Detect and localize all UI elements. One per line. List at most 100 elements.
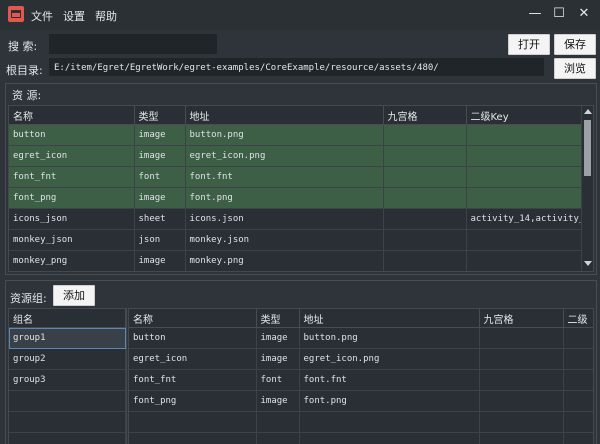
menu-help[interactable]: 帮助 — [95, 8, 117, 24]
resources-vertical-scrollbar[interactable] — [581, 106, 593, 270]
close-icon[interactable]: ✕ — [573, 4, 595, 24]
cell-subkeys — [466, 125, 581, 146]
cell-scale9 — [479, 349, 563, 370]
search-label: 搜 索: — [8, 38, 37, 54]
table-row[interactable]: icons_json sheet icons.json activity_14,… — [9, 209, 581, 230]
app-logo-icon — [8, 6, 24, 22]
cell-type: image — [256, 349, 299, 370]
add-group-button[interactable]: 添加 — [53, 285, 95, 306]
list-item[interactable]: group2 — [9, 349, 126, 370]
table-row[interactable]: button image button.png — [9, 125, 581, 146]
cell-name: monkey_png — [9, 251, 134, 272]
cell-subkeys — [563, 370, 594, 391]
menu-settings[interactable]: 设置 — [63, 8, 85, 24]
table-row[interactable]: monkey_json json monkey.json — [9, 230, 581, 251]
cell-scale9 — [383, 125, 466, 146]
col-subkeys[interactable]: 二级Key — [466, 106, 581, 125]
cell-type: image — [256, 328, 299, 349]
col-url[interactable]: 地址 — [185, 106, 383, 125]
cell-url: button.png — [299, 328, 479, 349]
resources-table: 名称 类型 地址 九宫格 二级Key button image button.p… — [8, 105, 594, 272]
cell-name: egret_icon — [9, 146, 134, 167]
cell-name: button — [129, 328, 256, 349]
cell-type: image — [256, 391, 299, 412]
table-row[interactable]: button image button.png — [129, 328, 594, 349]
cell-type: image — [134, 251, 185, 272]
menu-file[interactable]: 文件 — [31, 8, 53, 24]
group-name: group2 — [9, 349, 126, 370]
list-item[interactable]: group1 — [9, 328, 126, 349]
cell-subkeys — [466, 188, 581, 209]
groups-table: 组名 group1 group2 group3 — [8, 308, 127, 444]
empty-row — [9, 391, 126, 412]
group-name: group3 — [9, 370, 126, 391]
cell-name: font_fnt — [9, 167, 134, 188]
open-button[interactable]: 打开 — [508, 34, 550, 55]
col-scale9[interactable]: 九宫格 — [383, 106, 466, 125]
cell-subkeys — [563, 391, 594, 412]
cell-url: monkey.json — [185, 230, 383, 251]
cell-type: font — [256, 370, 299, 391]
cell-scale9 — [479, 328, 563, 349]
table-row[interactable]: font_png image font.png — [129, 391, 594, 412]
search-input[interactable] — [49, 34, 217, 54]
cell-subkeys — [563, 349, 594, 370]
col-item-type[interactable]: 类型 — [256, 309, 299, 328]
groups-rows: group1 group2 group3 — [9, 328, 126, 444]
cell-url: font.fnt — [299, 370, 479, 391]
empty-cell — [129, 412, 256, 433]
cell-subkeys — [466, 146, 581, 167]
cell-scale9 — [383, 188, 466, 209]
group-items-rows: button image button.png egret_icon image… — [129, 328, 594, 444]
browse-button[interactable]: 浏览 — [554, 58, 596, 79]
save-button[interactable]: 保存 — [554, 34, 596, 55]
cell-url: icons.json — [185, 209, 383, 230]
cell-subkeys: activity_14,activity_6 — [466, 209, 581, 230]
table-row[interactable]: font_fnt font font.fnt — [129, 370, 594, 391]
cell-url: monkey.png — [185, 251, 383, 272]
cell-name: font_fnt — [129, 370, 256, 391]
scroll-up-icon[interactable] — [584, 109, 592, 114]
cell-scale9 — [383, 251, 466, 272]
scroll-thumb[interactable] — [584, 120, 591, 176]
col-item-subkeys[interactable]: 二级 — [563, 309, 594, 328]
cell-scale9 — [383, 230, 466, 251]
root-label: 根目录: — [6, 62, 43, 78]
groups-section-label: 资源组: — [10, 290, 47, 306]
cell-subkeys — [466, 167, 581, 188]
minimize-icon[interactable]: — — [524, 4, 546, 24]
list-item[interactable]: group3 — [9, 370, 126, 391]
cell-type: image — [134, 125, 185, 146]
col-type[interactable]: 类型 — [134, 106, 185, 125]
resources-section-label: 资 源: — [12, 87, 41, 103]
table-row[interactable]: monkey_png image monkey.png — [9, 251, 581, 272]
col-item-name[interactable]: 名称 — [129, 309, 256, 328]
cell-type: sheet — [134, 209, 185, 230]
cell-name: font_png — [9, 188, 134, 209]
col-item-scale9[interactable]: 九宫格 — [479, 309, 563, 328]
title-bar: 文件 设置 帮助 — ☐ ✕ — [0, 0, 600, 30]
cell-scale9 — [479, 391, 563, 412]
col-name[interactable]: 名称 — [9, 106, 134, 125]
col-group-name[interactable]: 组名 — [9, 309, 126, 328]
root-path-input[interactable]: E:/item/Egret/EgretWork/egret-examples/C… — [49, 58, 544, 76]
table-row[interactable]: egret_icon image egret_icon.png — [129, 349, 594, 370]
cell-name: font_png — [129, 391, 256, 412]
cell-name: button — [9, 125, 134, 146]
empty-cell — [129, 433, 256, 444]
cell-url: font.fnt — [185, 167, 383, 188]
col-item-url[interactable]: 地址 — [299, 309, 479, 328]
cell-scale9 — [383, 146, 466, 167]
table-row[interactable]: egret_icon image egret_icon.png — [9, 146, 581, 167]
scroll-down-icon[interactable] — [584, 261, 592, 266]
cell-scale9 — [383, 167, 466, 188]
cell-scale9 — [383, 209, 466, 230]
cell-subkeys — [563, 328, 594, 349]
table-row[interactable]: font_fnt font font.fnt — [9, 167, 581, 188]
cell-url: egret_icon.png — [299, 349, 479, 370]
cell-type: json — [134, 230, 185, 251]
table-row[interactable]: font_png image font.png — [9, 188, 581, 209]
maximize-icon[interactable]: ☐ — [548, 4, 570, 24]
empty-row — [9, 433, 126, 444]
cell-name: icons_json — [9, 209, 134, 230]
